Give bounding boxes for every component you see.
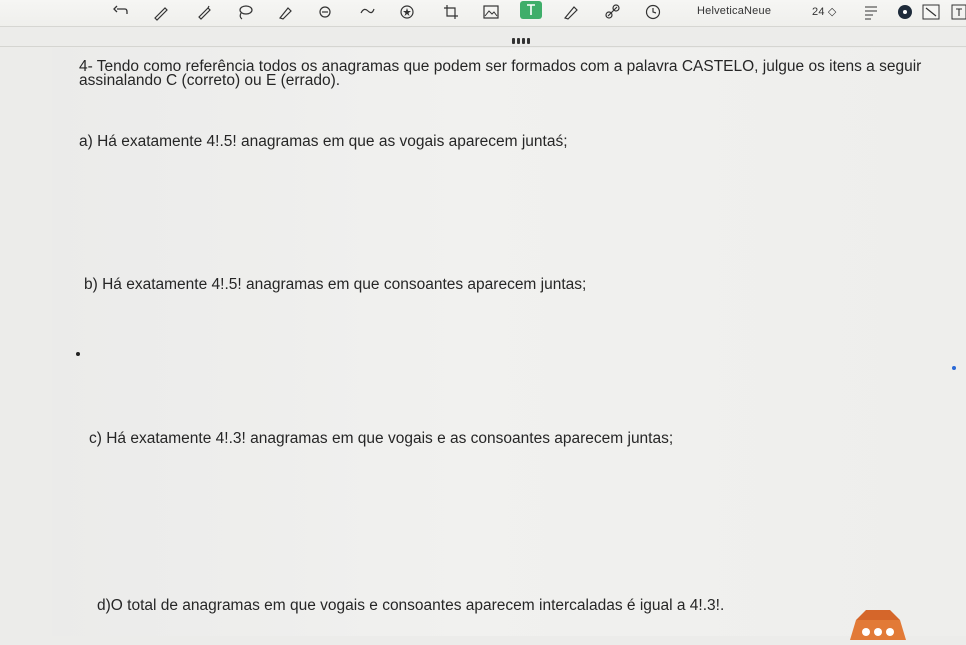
question-item-d: d)O total de anagramas em que vogais e c…: [97, 597, 725, 614]
clock-icon[interactable]: [644, 3, 662, 21]
lasso-icon[interactable]: [236, 3, 254, 21]
image-icon[interactable]: [482, 3, 500, 21]
text-box-icon[interactable]: [950, 3, 966, 21]
pencil-icon[interactable]: [196, 3, 214, 21]
question-intro-line-2: assinalando C (correto) ou E (errado).: [79, 72, 341, 89]
font-size-stepper[interactable]: 24 ◇: [812, 5, 837, 18]
pen-icon[interactable]: [152, 3, 170, 21]
undo-icon[interactable]: [112, 3, 130, 21]
font-name-selector[interactable]: HelveticaNeue: [697, 5, 771, 17]
cursor-dot: [952, 366, 956, 370]
line-style-icon[interactable]: [922, 3, 940, 21]
toolbar: HelveticaNeue 24 ◇: [0, 0, 966, 27]
crop-icon[interactable]: [442, 3, 460, 21]
text-icon[interactable]: [522, 1, 540, 19]
question-item-a: a) Há exatamente 4!.5! anagramas em que …: [79, 133, 568, 150]
shape-icon[interactable]: [358, 3, 376, 21]
question-item-b: b) Há exatamente 4!.5! anagramas em que …: [84, 276, 587, 293]
eraser-icon[interactable]: [316, 3, 334, 21]
link-icon[interactable]: [604, 3, 622, 21]
drag-handle[interactable]: [512, 38, 532, 44]
question-item-c: c) Há exatamente 4!.3! anagramas em que …: [89, 430, 674, 447]
highlighter-icon[interactable]: [562, 3, 580, 21]
star-icon[interactable]: [398, 3, 416, 21]
color-picker-icon[interactable]: [896, 3, 914, 21]
page-mark: [76, 352, 80, 356]
top-divider: [0, 46, 966, 47]
marker-icon[interactable]: [276, 3, 294, 21]
align-icon[interactable]: [862, 3, 880, 21]
